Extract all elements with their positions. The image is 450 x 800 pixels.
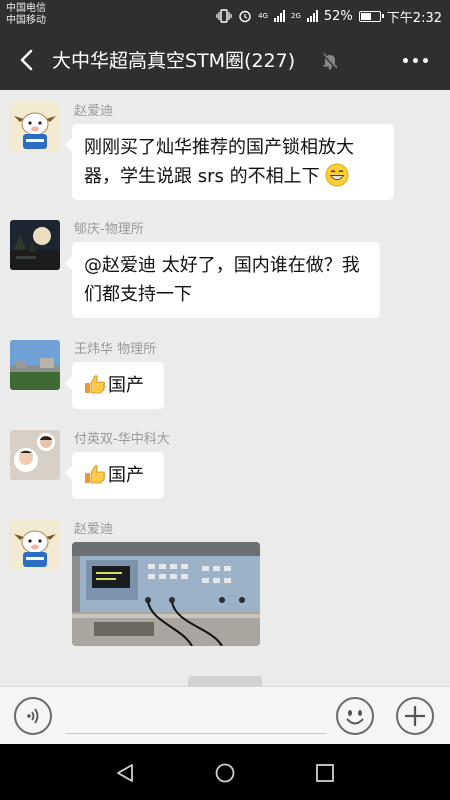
mute-bell-icon (322, 53, 338, 70)
system-nav-bar (0, 744, 450, 800)
plus-button[interactable] (396, 697, 434, 735)
nav-home-icon[interactable] (214, 762, 236, 784)
signal-1-icon (274, 10, 285, 22)
message-text: @赵爱迪 太好了，国内谁在做？我们都支持一下 (84, 255, 360, 305)
message-text: 国产 (108, 465, 144, 486)
avatar[interactable] (10, 520, 60, 570)
thumbs-up-icon (85, 375, 105, 394)
chat-input-bar (0, 686, 450, 745)
message-bubble[interactable]: @赵爱迪 太好了，国内谁在做？我们都支持一下 (65, 242, 380, 318)
status-bar: 中国电信 中国移动 4G 2G 52% 下午2:32 (0, 0, 450, 32)
voice-icon (27, 708, 39, 724)
avatar[interactable] (10, 102, 60, 152)
avatar[interactable] (10, 430, 60, 480)
carrier-1: 中国电信 (6, 3, 46, 14)
message-text: 刚刚买了灿华推荐的国产锁相放大器，学生说跟 srs 的不相上下 (84, 137, 354, 187)
sender-name: 郇庆-物理所 (74, 222, 144, 237)
network-1-label: 4G (258, 11, 268, 20)
thumbs-up-icon (85, 465, 105, 484)
sender-name: 赵爱迪 (74, 104, 114, 119)
emoji-icon (346, 710, 364, 725)
message-photo[interactable] (72, 542, 260, 646)
signal-2-icon (306, 10, 318, 22)
message-bubble[interactable]: 国产 (65, 362, 164, 409)
message-input[interactable] (66, 733, 326, 734)
voice-button[interactable] (14, 697, 52, 735)
sender-name: 赵爱迪 (74, 522, 114, 537)
grin-emoji-icon (325, 163, 349, 187)
network-2-label: 2G (291, 11, 301, 20)
message-text: 国产 (108, 375, 144, 396)
emoji-button[interactable] (336, 697, 374, 735)
battery-percent: 52% (323, 8, 353, 24)
chat-header: 大中华超高真空STM圈(227) (0, 32, 450, 90)
carrier-2: 中国移动 (6, 15, 46, 26)
sender-name: 王炜华 物理所 (74, 342, 157, 357)
carrier-info: 中国电信 中国移动 (6, 3, 46, 27)
clock: 下午2:32 (386, 10, 442, 26)
vibrate-icon (216, 9, 232, 23)
message-bubble[interactable]: 国产 (65, 452, 164, 499)
plus-icon (405, 706, 425, 726)
nav-back-icon[interactable] (114, 762, 136, 784)
status-icons: 4G 2G 52% 下午2:32 (216, 6, 442, 26)
message-bubble[interactable]: 刚刚买了灿华推荐的国产锁相放大器，学生说跟 srs 的不相上下 (65, 124, 394, 200)
more-icon[interactable] (403, 58, 428, 63)
back-arrow-icon[interactable] (14, 46, 42, 74)
chat-title: 大中华超高真空STM圈(227) (52, 50, 296, 72)
battery-icon (358, 10, 384, 22)
avatar[interactable] (10, 220, 60, 270)
nav-recents-icon[interactable] (314, 762, 336, 784)
alarm-icon (239, 10, 251, 23)
avatar[interactable] (10, 340, 60, 390)
sender-name: 付英双-华中科大 (74, 432, 170, 447)
